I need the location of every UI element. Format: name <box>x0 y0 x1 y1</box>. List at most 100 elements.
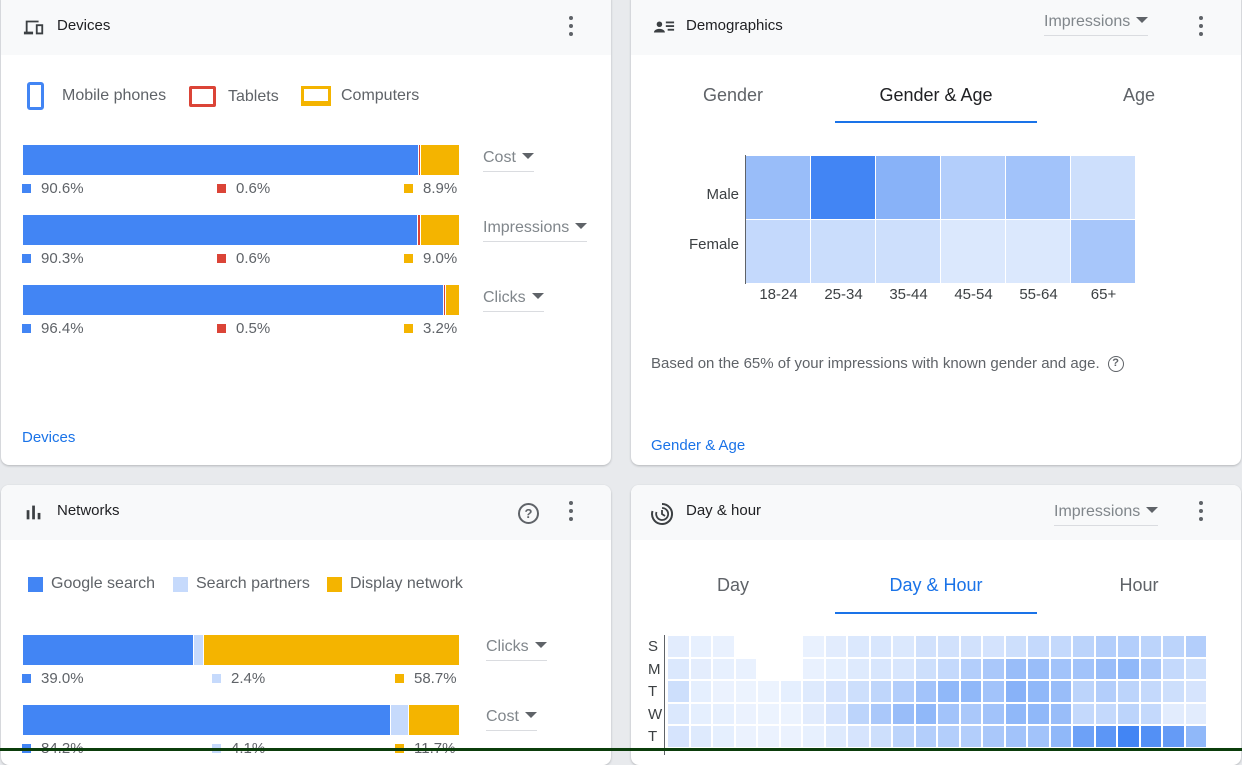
heatmap-cell[interactable] <box>960 636 981 657</box>
heatmap-cell[interactable] <box>713 658 734 679</box>
heatmap-cell[interactable] <box>758 681 779 702</box>
metric-dropdown[interactable]: Clicks <box>483 289 544 312</box>
metric-dropdown[interactable]: Cost <box>486 708 537 731</box>
tab-gender[interactable]: Gender <box>633 85 833 106</box>
heatmap-cell[interactable] <box>1050 681 1071 702</box>
heatmap-cell[interactable] <box>1163 658 1184 679</box>
heatmap-cell[interactable] <box>713 726 734 747</box>
heatmap-cell[interactable] <box>870 703 891 724</box>
heatmap-cell[interactable] <box>870 636 891 657</box>
heatmap-cell[interactable] <box>713 681 734 702</box>
heatmap-cell[interactable] <box>1140 681 1161 702</box>
heatmap-cell[interactable] <box>1028 658 1049 679</box>
heatmap-cell[interactable] <box>870 726 891 747</box>
heatmap-cell[interactable] <box>1095 636 1116 657</box>
help-icon[interactable]: ? <box>518 503 539 524</box>
metric-dropdown[interactable]: Impressions <box>1044 13 1149 36</box>
heatmap-cell[interactable] <box>1073 658 1094 679</box>
more-options-icon[interactable] <box>1197 498 1205 524</box>
heatmap-cell[interactable] <box>1185 681 1206 702</box>
heatmap-cell[interactable] <box>960 681 981 702</box>
heatmap-cell[interactable] <box>1005 658 1026 679</box>
heatmap-cell[interactable] <box>1118 636 1139 657</box>
heatmap-cell[interactable] <box>803 681 824 702</box>
heatmap-cell[interactable] <box>758 636 779 657</box>
heatmap-cell[interactable] <box>983 726 1004 747</box>
heatmap-cell[interactable] <box>825 681 846 702</box>
heatmap-cell[interactable] <box>758 703 779 724</box>
heatmap-cell[interactable] <box>876 220 940 283</box>
heatmap-cell[interactable] <box>735 703 756 724</box>
heatmap-cell[interactable] <box>983 703 1004 724</box>
heatmap-cell[interactable] <box>1005 703 1026 724</box>
heatmap-cell[interactable] <box>915 703 936 724</box>
heatmap-cell[interactable] <box>713 636 734 657</box>
heatmap-cell[interactable] <box>803 703 824 724</box>
heatmap-cell[interactable] <box>1073 726 1094 747</box>
heatmap-cell[interactable] <box>758 726 779 747</box>
heatmap-cell[interactable] <box>941 220 1005 283</box>
metric-dropdown[interactable]: Cost <box>483 149 534 172</box>
heatmap-cell[interactable] <box>1118 703 1139 724</box>
heatmap-cell[interactable] <box>1163 703 1184 724</box>
heatmap-cell[interactable] <box>1185 658 1206 679</box>
heatmap-cell[interactable] <box>1095 658 1116 679</box>
heatmap-cell[interactable] <box>668 703 689 724</box>
heatmap-cell[interactable] <box>735 636 756 657</box>
heatmap-cell[interactable] <box>960 658 981 679</box>
heatmap-cell[interactable] <box>803 636 824 657</box>
heatmap-cell[interactable] <box>1140 658 1161 679</box>
heatmap-cell[interactable] <box>870 658 891 679</box>
heatmap-cell[interactable] <box>825 658 846 679</box>
heatmap-cell[interactable] <box>1118 726 1139 747</box>
heatmap-cell[interactable] <box>876 156 940 219</box>
heatmap-cell[interactable] <box>1050 658 1071 679</box>
heatmap-cell[interactable] <box>1185 703 1206 724</box>
heatmap-cell[interactable] <box>1050 636 1071 657</box>
heatmap-cell[interactable] <box>803 726 824 747</box>
heatmap-cell[interactable] <box>1028 636 1049 657</box>
heatmap-cell[interactable] <box>1163 726 1184 747</box>
heatmap-cell[interactable] <box>848 658 869 679</box>
heatmap-cell[interactable] <box>1118 681 1139 702</box>
heatmap-cell[interactable] <box>825 636 846 657</box>
heatmap-cell[interactable] <box>960 703 981 724</box>
heatmap-cell[interactable] <box>780 681 801 702</box>
heatmap-cell[interactable] <box>1185 726 1206 747</box>
heatmap-cell[interactable] <box>668 658 689 679</box>
heatmap-cell[interactable] <box>780 658 801 679</box>
heatmap-cell[interactable] <box>848 703 869 724</box>
heatmap-cell[interactable] <box>735 658 756 679</box>
heatmap-cell[interactable] <box>811 156 875 219</box>
devices-link[interactable]: Devices <box>22 429 75 446</box>
heatmap-cell[interactable] <box>915 636 936 657</box>
heatmap-cell[interactable] <box>938 703 959 724</box>
heatmap-cell[interactable] <box>690 726 711 747</box>
heatmap-cell[interactable] <box>690 658 711 679</box>
heatmap-cell[interactable] <box>893 636 914 657</box>
heatmap-cell[interactable] <box>1118 658 1139 679</box>
heatmap-cell[interactable] <box>1140 703 1161 724</box>
heatmap-cell[interactable] <box>938 636 959 657</box>
heatmap-cell[interactable] <box>1006 220 1070 283</box>
heatmap-cell[interactable] <box>1095 681 1116 702</box>
heatmap-cell[interactable] <box>1028 703 1049 724</box>
tab-day[interactable]: Day <box>633 575 833 596</box>
tab-age[interactable]: Age <box>1039 85 1239 106</box>
heatmap-cell[interactable] <box>1163 681 1184 702</box>
heatmap-cell[interactable] <box>1095 726 1116 747</box>
heatmap-cell[interactable] <box>1073 636 1094 657</box>
heatmap-cell[interactable] <box>811 220 875 283</box>
more-options-icon[interactable] <box>1197 13 1205 39</box>
heatmap-cell[interactable] <box>668 726 689 747</box>
heatmap-cell[interactable] <box>1095 703 1116 724</box>
heatmap-cell[interactable] <box>1005 681 1026 702</box>
heatmap-cell[interactable] <box>983 681 1004 702</box>
more-options-icon[interactable] <box>567 13 575 39</box>
heatmap-cell[interactable] <box>938 726 959 747</box>
heatmap-cell[interactable] <box>690 636 711 657</box>
heatmap-cell[interactable] <box>848 726 869 747</box>
heatmap-cell[interactable] <box>983 658 1004 679</box>
heatmap-cell[interactable] <box>1073 703 1094 724</box>
heatmap-cell[interactable] <box>780 726 801 747</box>
